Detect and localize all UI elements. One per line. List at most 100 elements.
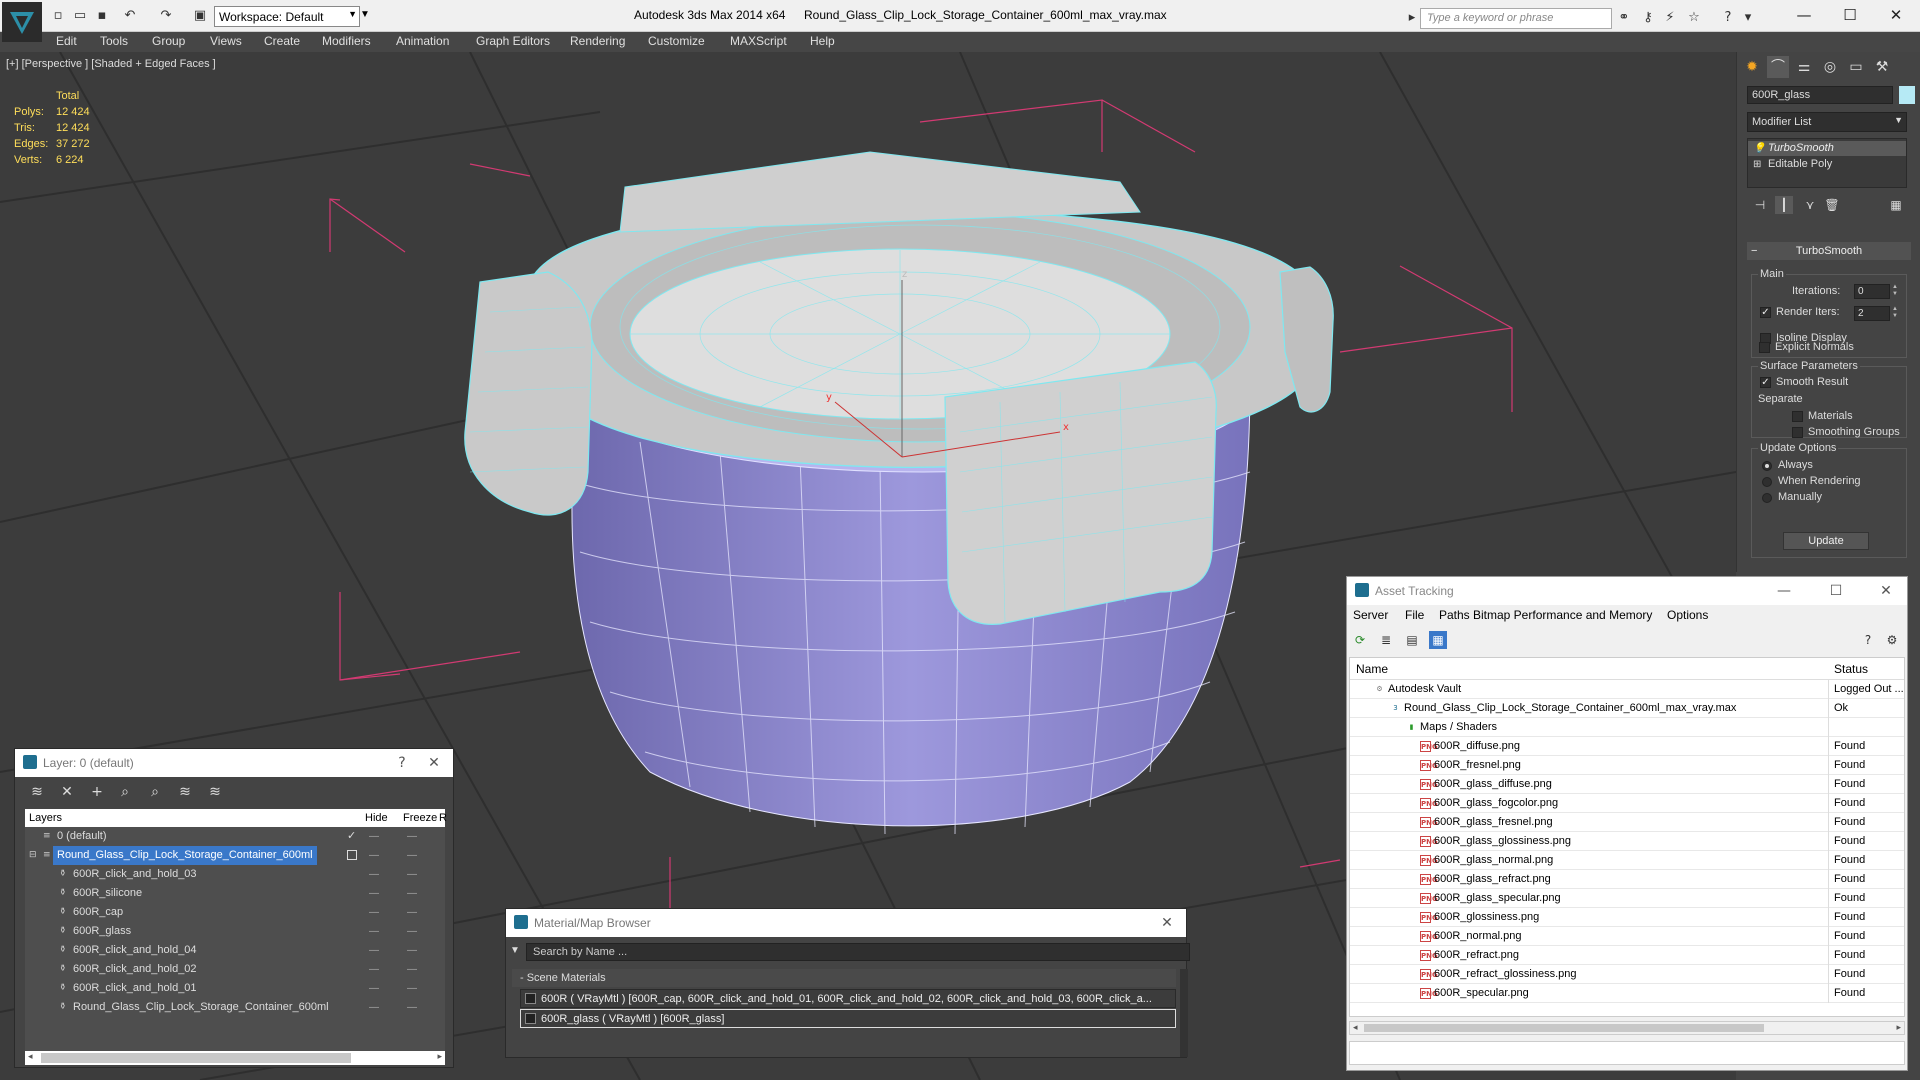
freeze-toggle[interactable]: — bbox=[407, 960, 417, 979]
column-status[interactable]: Status bbox=[1834, 662, 1868, 676]
menu-options[interactable]: Options bbox=[1667, 608, 1708, 622]
always-radio[interactable] bbox=[1762, 461, 1772, 471]
hide-toggle[interactable]: — bbox=[369, 827, 379, 846]
rollout-header[interactable]: − TurboSmooth bbox=[1747, 242, 1911, 260]
hide-toggle[interactable]: — bbox=[369, 865, 379, 884]
hide-toggle[interactable]: — bbox=[369, 941, 379, 960]
close-icon[interactable]: ✕ bbox=[1876, 4, 1916, 26]
menu-graph-editors[interactable]: Graph Editors bbox=[472, 34, 554, 48]
horizontal-scrollbar[interactable]: ◂ ▸ bbox=[1349, 1021, 1905, 1035]
materials-checkbox[interactable] bbox=[1792, 411, 1803, 422]
minimize-icon[interactable]: — bbox=[1769, 577, 1799, 605]
favorites-star-icon[interactable]: ☆ bbox=[1686, 10, 1702, 26]
layer-object-row[interactable]: ⚱ 600R_click_and_hold_04 — — bbox=[25, 941, 445, 960]
freeze-toggle[interactable]: — bbox=[407, 922, 417, 941]
vertical-scrollbar[interactable] bbox=[1180, 969, 1188, 1057]
new-layer-icon[interactable]: ≋ bbox=[27, 783, 47, 801]
smoothing-groups-checkbox[interactable] bbox=[1792, 427, 1803, 438]
modify-tab-icon[interactable]: ⌒ bbox=[1767, 56, 1789, 78]
configure-sets-icon[interactable]: ▦ bbox=[1887, 196, 1905, 214]
layer-object-row[interactable]: ⚱ 600R_click_and_hold_02 — — bbox=[25, 960, 445, 979]
column-name[interactable]: Name bbox=[1356, 662, 1388, 676]
hide-toggle[interactable]: — bbox=[369, 884, 379, 903]
lightbulb-icon[interactable]: 💡 bbox=[1753, 141, 1765, 156]
column-hide[interactable]: Hide bbox=[365, 812, 388, 824]
project-folder-icon[interactable]: ▣ bbox=[192, 9, 208, 23]
iterations-spinner[interactable]: 0 bbox=[1854, 284, 1890, 299]
stack-item-turbosmooth[interactable]: 💡 TurboSmooth bbox=[1748, 141, 1906, 156]
menu-bitmap-performance[interactable]: Bitmap Performance and Memory bbox=[1473, 608, 1652, 622]
asset-row[interactable]: PNG 600R_refract_glossiness.png Found bbox=[1350, 965, 1904, 984]
asset-row[interactable]: PNG 600R_glass_refract.png Found bbox=[1350, 870, 1904, 889]
list-view-icon[interactable]: ≣ bbox=[1377, 631, 1395, 649]
smooth-result-checkbox[interactable]: ✓ bbox=[1760, 377, 1771, 388]
hide-toggle[interactable]: — bbox=[369, 903, 379, 922]
asset-row[interactable]: PNG 600R_glass_glossiness.png Found bbox=[1350, 832, 1904, 851]
menu-customize[interactable]: Customize bbox=[644, 34, 709, 48]
menu-paths[interactable]: Paths bbox=[1439, 608, 1470, 622]
close-icon[interactable]: ✕ bbox=[419, 749, 449, 777]
menu-server[interactable]: Server bbox=[1353, 608, 1388, 622]
hierarchy-tab-icon[interactable]: ⚌ bbox=[1793, 56, 1815, 78]
expand-plus-icon[interactable]: ⊞ bbox=[1753, 157, 1761, 172]
object-color-swatch[interactable] bbox=[1899, 86, 1915, 104]
object-name-field[interactable]: 600R_glass bbox=[1747, 86, 1893, 104]
layer-row[interactable]: ≡ 0 (default) ✓ — — bbox=[25, 827, 445, 846]
refresh-icon[interactable]: ⟳ bbox=[1351, 631, 1369, 649]
undo-icon[interactable]: ↶ bbox=[122, 9, 138, 23]
asset-tracking-titlebar[interactable]: Asset Tracking — ☐ ✕ bbox=[1347, 577, 1907, 605]
active-layer-check-icon[interactable]: ✓ bbox=[347, 827, 356, 846]
asset-row[interactable]: PNG 600R_refract.png Found bbox=[1350, 946, 1904, 965]
asset-row[interactable]: ⚙ Autodesk Vault Logged Out ... bbox=[1350, 680, 1904, 699]
stack-item-editable-poly[interactable]: ⊞ Editable Poly bbox=[1748, 157, 1906, 172]
freeze-toggle[interactable]: — bbox=[407, 884, 417, 903]
highlight-selected-icon[interactable]: ⌕ bbox=[145, 783, 165, 801]
close-icon[interactable]: ✕ bbox=[1871, 577, 1901, 605]
render-iters-checkbox[interactable]: ✓ bbox=[1760, 307, 1771, 318]
asset-row[interactable]: PNG 600R_fresnel.png Found bbox=[1350, 756, 1904, 775]
maximize-icon[interactable]: ☐ bbox=[1830, 4, 1870, 26]
asset-row[interactable]: PNG 600R_diffuse.png Found bbox=[1350, 737, 1904, 756]
add-to-layer-icon[interactable]: + bbox=[87, 783, 107, 801]
menu-create[interactable]: Create bbox=[260, 34, 304, 48]
asset-row[interactable]: PNG 600R_glass_fogcolor.png Found bbox=[1350, 794, 1904, 813]
freeze-toggle[interactable]: — bbox=[407, 827, 417, 846]
menu-modifiers[interactable]: Modifiers bbox=[318, 34, 375, 48]
remove-modifier-icon[interactable]: 🗑 bbox=[1823, 196, 1841, 214]
update-button[interactable]: Update bbox=[1783, 532, 1869, 550]
freeze-toggle[interactable]: — bbox=[407, 903, 417, 922]
table-view-icon[interactable]: ▦ bbox=[1429, 631, 1447, 649]
column-freeze[interactable]: Freeze bbox=[403, 812, 437, 824]
scrollbar-thumb[interactable] bbox=[41, 1053, 351, 1063]
create-tab-icon[interactable]: ✹ bbox=[1741, 56, 1763, 78]
options-icon[interactable]: ⚙ bbox=[1883, 631, 1901, 649]
scroll-right-icon[interactable]: ▸ bbox=[437, 1051, 442, 1062]
menu-rendering[interactable]: Rendering bbox=[566, 34, 629, 48]
asset-row[interactable]: 3 Round_Glass_Clip_Lock_Storage_Container… bbox=[1350, 699, 1904, 718]
explicit-normals-checkbox[interactable] bbox=[1759, 342, 1770, 353]
layer-object-row[interactable]: ⚱ 600R_glass — — bbox=[25, 922, 445, 941]
layer-object-row[interactable]: ⚱ 600R_click_and_hold_01 — — bbox=[25, 979, 445, 998]
asset-row[interactable]: PNG 600R_glass_specular.png Found bbox=[1350, 889, 1904, 908]
freeze-toggle[interactable]: — bbox=[407, 941, 417, 960]
app-logo-icon[interactable] bbox=[2, 2, 42, 42]
thumbnail-view-icon[interactable]: ▤ bbox=[1403, 631, 1421, 649]
hide-toggle[interactable]: — bbox=[369, 846, 379, 865]
maximize-icon[interactable]: ☐ bbox=[1821, 577, 1851, 605]
column-layers[interactable]: Layers bbox=[29, 812, 62, 824]
asset-row[interactable]: PNG 600R_glass_normal.png Found bbox=[1350, 851, 1904, 870]
key-icon[interactable]: ⚷ bbox=[1640, 10, 1656, 26]
hide-toggle[interactable]: — bbox=[369, 998, 379, 1017]
manually-radio[interactable] bbox=[1762, 493, 1772, 503]
spinner-arrows-icon[interactable]: ▲ ▼ bbox=[1892, 306, 1900, 321]
render-iters-spinner[interactable]: 2 bbox=[1854, 306, 1890, 321]
exchange-icon[interactable]: ⚡ bbox=[1662, 10, 1678, 26]
asset-row[interactable]: PNG 600R_glass_diffuse.png Found bbox=[1350, 775, 1904, 794]
hide-toggle[interactable]: — bbox=[369, 960, 379, 979]
layer-row[interactable]: ⊟ ≡ Round_Glass_Clip_Lock_Storage_Contai… bbox=[25, 846, 445, 865]
horizontal-scrollbar[interactable]: ◂ ▸ bbox=[25, 1051, 445, 1065]
scene-materials-group[interactable]: - Scene Materials bbox=[512, 969, 1176, 987]
asset-path-field[interactable] bbox=[1349, 1041, 1905, 1065]
search-input[interactable]: Type a keyword or phrase bbox=[1420, 8, 1612, 29]
menu-maxscript[interactable]: MAXScript bbox=[726, 34, 791, 48]
